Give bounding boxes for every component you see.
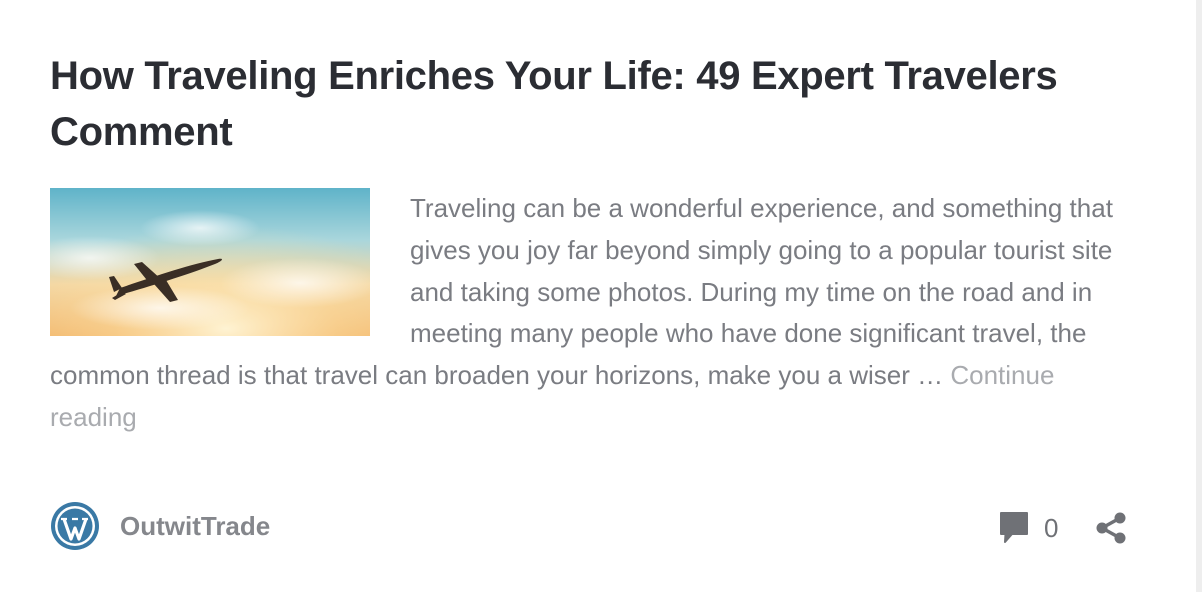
comment-count[interactable]: 0 (1044, 513, 1058, 544)
post-thumbnail[interactable] (50, 188, 370, 336)
wordpress-logo-icon[interactable] (50, 501, 100, 551)
page-edge-divider (1196, 0, 1202, 592)
share-icon[interactable] (1094, 511, 1128, 545)
post-card: How Traveling Enriches Your Life: 49 Exp… (0, 0, 1196, 592)
post-title[interactable]: How Traveling Enriches Your Life: 49 Exp… (50, 48, 1160, 160)
post-body: Traveling can be a wonderful experience,… (50, 188, 1145, 439)
author-byline: OutwitTrade (50, 500, 270, 552)
comment-bubble-icon[interactable] (998, 510, 1030, 546)
post-actions: 0 (998, 506, 1128, 550)
author-name[interactable]: OutwitTrade (120, 511, 270, 542)
